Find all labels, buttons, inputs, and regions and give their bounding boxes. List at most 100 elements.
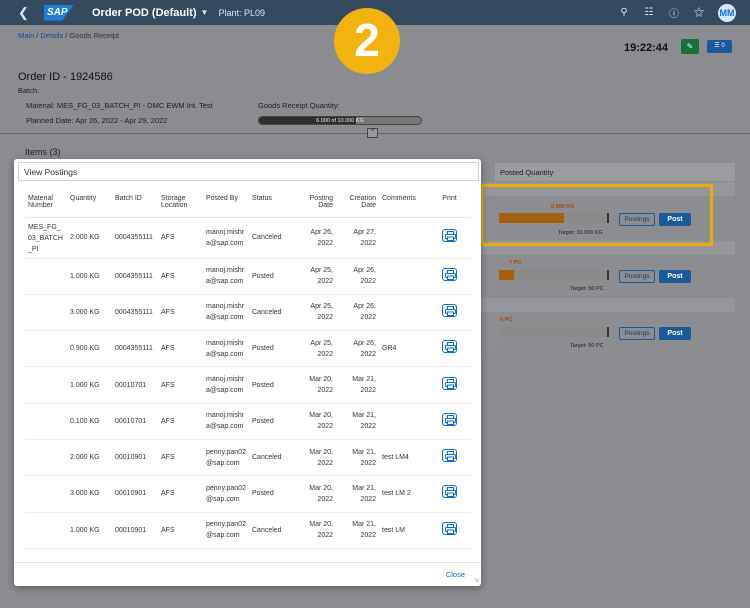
edit-button[interactable]: ✎ xyxy=(681,39,699,54)
posted-by-cell: manoj.mishra@sap.com xyxy=(203,330,249,368)
creation-date-cell: Mar 21, 2022 xyxy=(336,512,379,549)
notification-button[interactable]: ☰ 0 xyxy=(707,40,732,53)
table-row: 6 PC Target: 50 PC Postings Post xyxy=(481,312,735,356)
breadcrumb-main[interactable]: Main xyxy=(18,31,34,40)
table-row-band xyxy=(481,298,735,312)
material-info: Material: MES_FG_03_BATCH_PI - DMC EWM I… xyxy=(26,101,213,110)
search-icon[interactable]: ⚲ xyxy=(618,7,630,18)
posting-date-cell: Mar 20, 2022 xyxy=(293,403,336,440)
material-number-cell xyxy=(25,512,67,549)
print-cell xyxy=(428,258,471,295)
dialog-title: View Postings xyxy=(24,167,78,177)
batch-id-cell: 00010701 xyxy=(112,403,158,440)
quantity-cell: 1.000 KG xyxy=(67,366,112,404)
table-row: 3.000 KG 00010901 AFS penny.pan02@sap.com Po… xyxy=(25,475,471,513)
storage-location-cell: AFS xyxy=(158,294,203,332)
postings-table-container: Material Number Quantity Batch ID Storag… xyxy=(25,191,471,549)
material-number-cell xyxy=(25,294,67,332)
breadcrumb-separator: / xyxy=(36,31,39,40)
posted-quantity-header-label: Posted Quantity xyxy=(500,168,554,177)
posted-by-cell: manoj.mishra@sap.com xyxy=(203,258,249,295)
comments-cell xyxy=(379,403,428,440)
print-icon[interactable] xyxy=(442,340,457,354)
post-button[interactable]: Post xyxy=(659,327,691,340)
bell-icon[interactable]: ⚝ xyxy=(693,7,705,18)
table-row: 2.000 KG 00010901 AFS penny.pan02@sap.com Ca… xyxy=(25,439,471,477)
status-cell: Posted xyxy=(249,366,293,404)
batch-label: Batch: xyxy=(18,86,40,95)
print-icon[interactable] xyxy=(442,229,457,242)
print-icon[interactable] xyxy=(442,267,457,281)
barcode-icon[interactable]: ☷ xyxy=(643,7,655,18)
status-cell: Posted xyxy=(249,258,293,295)
comments-cell: test LM 2 xyxy=(379,475,428,513)
creation-date-cell: Mar 21, 2022 xyxy=(336,366,379,404)
print-icon[interactable] xyxy=(442,376,457,390)
batch-id-cell: 0004355111 xyxy=(112,258,158,295)
batch-id-cell: 00010701 xyxy=(112,366,158,404)
print-icon[interactable] xyxy=(442,303,457,317)
post-button[interactable]: Post xyxy=(659,270,691,283)
postings-button[interactable]: Postings xyxy=(619,327,655,340)
storage-location-cell: AFS xyxy=(158,512,203,549)
creation-date-cell: Apr 26, 2022 xyxy=(336,258,379,295)
posting-date-cell: Apr 26, 2022 xyxy=(293,217,336,259)
posted-by-cell: penny.pan02@sap.com xyxy=(203,439,249,477)
help-icon[interactable]: ⓘ xyxy=(668,5,680,20)
chevron-up-icon[interactable]: ⌃ xyxy=(367,128,378,138)
posting-date-cell: Apr 25, 2022 xyxy=(293,258,336,295)
quantity-cell: 2.000 KG xyxy=(67,439,112,477)
print-icon[interactable] xyxy=(442,412,457,426)
table-row: 1.000 KG 0004355111 AFS manoj.mishra@sap.co… xyxy=(25,258,471,295)
chevron-left-icon[interactable]: ❮ xyxy=(18,5,38,21)
plant-label: Plant: PL09 xyxy=(218,7,265,18)
print-icon[interactable] xyxy=(442,521,457,535)
dialog-footer: Close ⇲ xyxy=(14,562,481,586)
creation-date-cell: Mar 21, 2022 xyxy=(336,403,379,440)
chevron-down-icon[interactable]: ▼ xyxy=(201,8,209,17)
comments-cell xyxy=(379,294,428,332)
creation-date-cell: Apr 27, 2022 xyxy=(336,217,379,259)
column-header: Print xyxy=(428,191,471,218)
postings-button[interactable]: Postings xyxy=(619,270,655,283)
posted-progress-bar xyxy=(499,270,609,280)
posted-value: 7 PC xyxy=(509,260,522,266)
comments-cell xyxy=(379,258,428,295)
app-title[interactable]: Order POD (Default) xyxy=(92,7,197,19)
list-icon: ☰ xyxy=(714,43,720,49)
storage-location-cell: AFS xyxy=(158,366,203,404)
quantity-cell: 2.000 KG xyxy=(67,217,112,259)
storage-location-cell: AFS xyxy=(158,475,203,513)
posted-by-cell: manoj.mishra@sap.com xyxy=(203,294,249,332)
resize-handle-icon[interactable]: ⇲ xyxy=(474,577,479,584)
posted-progress-bar xyxy=(499,327,609,337)
step-badge: 2 xyxy=(334,8,400,74)
storage-location-cell: AFS xyxy=(158,217,203,259)
pencil-icon: ✎ xyxy=(686,42,694,51)
posted-value: 6 PC xyxy=(500,317,513,323)
status-cell: Posted xyxy=(249,330,293,368)
print-icon[interactable] xyxy=(442,485,457,499)
storage-location-cell: AFS xyxy=(158,258,203,295)
posting-date-cell: Mar 20, 2022 xyxy=(293,366,336,404)
posting-date-cell: Apr 25, 2022 xyxy=(293,330,336,368)
breadcrumb-details[interactable]: Details xyxy=(40,31,63,40)
comments-cell: test LM4 xyxy=(379,439,428,477)
batch-id-cell: 0004355111 xyxy=(112,217,158,259)
goods-receipt-progress: 6.000 of 10.000 KG xyxy=(258,116,422,125)
quantity-cell: 3.000 KG xyxy=(67,294,112,332)
column-header: Storage Location xyxy=(158,191,203,218)
table-row: MES_FG_03_BATCH_PI 2.000 KG 0004355111 AFS m… xyxy=(25,217,471,259)
creation-date-cell: Apr 26, 2022 xyxy=(336,294,379,332)
status-cell: Canceled xyxy=(249,512,293,549)
material-number-cell xyxy=(25,403,67,440)
close-button[interactable]: Close xyxy=(446,570,465,579)
highlight-frame xyxy=(480,184,713,246)
column-header: Posting Date xyxy=(293,191,336,218)
shell-actions: ⚲ ☷ ⓘ ⚝ MM xyxy=(618,3,736,22)
items-title: Items (3) xyxy=(25,147,61,157)
avatar[interactable]: MM xyxy=(718,3,736,22)
print-icon[interactable] xyxy=(442,449,457,463)
column-header: Status xyxy=(249,191,293,218)
print-cell xyxy=(428,439,471,477)
